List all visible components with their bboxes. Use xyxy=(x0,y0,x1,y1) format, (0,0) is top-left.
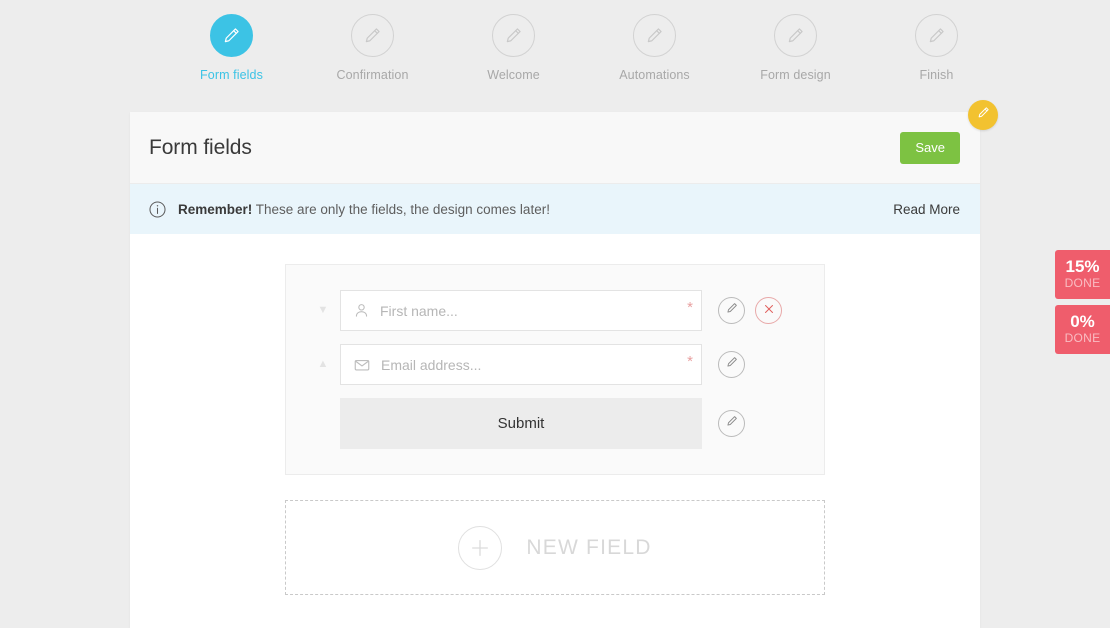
page-title: Form fields xyxy=(149,135,252,159)
read-more-link[interactable]: Read More xyxy=(893,202,960,217)
step-circle xyxy=(633,14,676,57)
first-name-input[interactable]: First name... * xyxy=(340,290,702,331)
edit-submit-button[interactable] xyxy=(718,410,745,437)
form-builder-panel: Form fields Save Remember! These are onl… xyxy=(130,100,998,628)
step-label: Form fields xyxy=(200,68,263,82)
pencil-icon xyxy=(785,25,806,46)
wizard-step-confirmation[interactable]: Confirmation xyxy=(302,14,443,82)
info-banner-strong: Remember! xyxy=(178,201,253,217)
progress-percent: 0% xyxy=(1070,312,1095,332)
step-label: Confirmation xyxy=(336,68,409,82)
info-banner-body: These are only the fields, the design co… xyxy=(252,201,550,217)
form-field-row-first-name: ▼ First name... * xyxy=(286,290,824,331)
progress-badge-secondary[interactable]: 0% DONE xyxy=(1055,305,1110,355)
pencil-icon xyxy=(644,25,665,46)
step-circle xyxy=(492,14,535,57)
form-field-row-email: ▲ Email address... * xyxy=(286,344,824,385)
info-icon xyxy=(148,200,167,219)
step-label: Automations xyxy=(619,68,690,82)
form-fields-card: ▼ First name... * ▲ Email address... * S… xyxy=(285,264,825,475)
step-circle xyxy=(774,14,817,57)
plus-circle-icon xyxy=(458,525,503,570)
field-row-actions xyxy=(718,410,745,437)
panel-header: Form fields Save xyxy=(130,100,998,184)
step-circle xyxy=(915,14,958,57)
form-builder-body: ▼ First name... * ▲ Email address... * S… xyxy=(130,234,980,628)
form-field-row-submit: Submit xyxy=(286,398,824,449)
pencil-icon xyxy=(503,25,524,46)
progress-badge-primary[interactable]: 15% DONE xyxy=(1055,250,1110,300)
envelope-icon xyxy=(353,356,371,374)
move-down-icon[interactable]: ▼ xyxy=(314,305,332,316)
user-icon xyxy=(353,302,370,319)
wizard-step-finish[interactable]: Finish xyxy=(866,14,1007,82)
wizard-step-welcome[interactable]: Welcome xyxy=(443,14,584,82)
field-row-actions xyxy=(718,297,782,324)
panel-edit-fab-button[interactable] xyxy=(968,100,998,130)
required-marker: * xyxy=(687,299,693,316)
progress-badges: 15% DONE 0% DONE xyxy=(1055,250,1110,360)
submit-button-preview[interactable]: Submit xyxy=(340,398,702,449)
info-banner: Remember! These are only the fields, the… xyxy=(130,184,980,234)
step-circle xyxy=(210,14,253,57)
email-placeholder: Email address... xyxy=(381,356,482,373)
edit-field-button[interactable] xyxy=(718,297,745,324)
first-name-placeholder: First name... xyxy=(380,302,458,319)
email-input[interactable]: Email address... * xyxy=(340,344,702,385)
new-field-label: NEW FIELD xyxy=(526,535,652,559)
move-up-icon[interactable]: ▲ xyxy=(314,359,332,370)
edit-icon xyxy=(725,301,739,320)
progress-label: DONE xyxy=(1064,275,1101,290)
wizard-step-automations[interactable]: Automations xyxy=(584,14,725,82)
info-banner-text: Remember! These are only the fields, the… xyxy=(178,202,893,217)
pencil-icon xyxy=(976,105,991,125)
wizard-step-form-design[interactable]: Form design xyxy=(725,14,866,82)
field-row-actions xyxy=(718,351,745,378)
pencil-icon xyxy=(221,25,242,46)
step-circle xyxy=(351,14,394,57)
save-button[interactable]: Save xyxy=(900,131,960,164)
step-label: Finish xyxy=(919,68,954,82)
pencil-icon xyxy=(926,25,947,46)
step-label: Form design xyxy=(760,68,831,82)
progress-percent: 15% xyxy=(1065,257,1100,276)
progress-label: DONE xyxy=(1064,331,1101,346)
wizard-step-form-fields[interactable]: Form fields xyxy=(161,14,302,82)
delete-field-button[interactable] xyxy=(755,297,782,324)
delete-icon xyxy=(763,302,775,320)
pencil-icon xyxy=(362,25,383,46)
edit-field-button[interactable] xyxy=(718,351,745,378)
edit-icon xyxy=(725,355,739,374)
step-label: Welcome xyxy=(487,68,540,82)
new-field-dropzone[interactable]: NEW FIELD xyxy=(285,500,825,595)
edit-icon xyxy=(725,414,739,433)
wizard-steps-bar: Form fields Confirmation Welcome Automat… xyxy=(130,0,1110,112)
required-marker: * xyxy=(687,353,693,370)
